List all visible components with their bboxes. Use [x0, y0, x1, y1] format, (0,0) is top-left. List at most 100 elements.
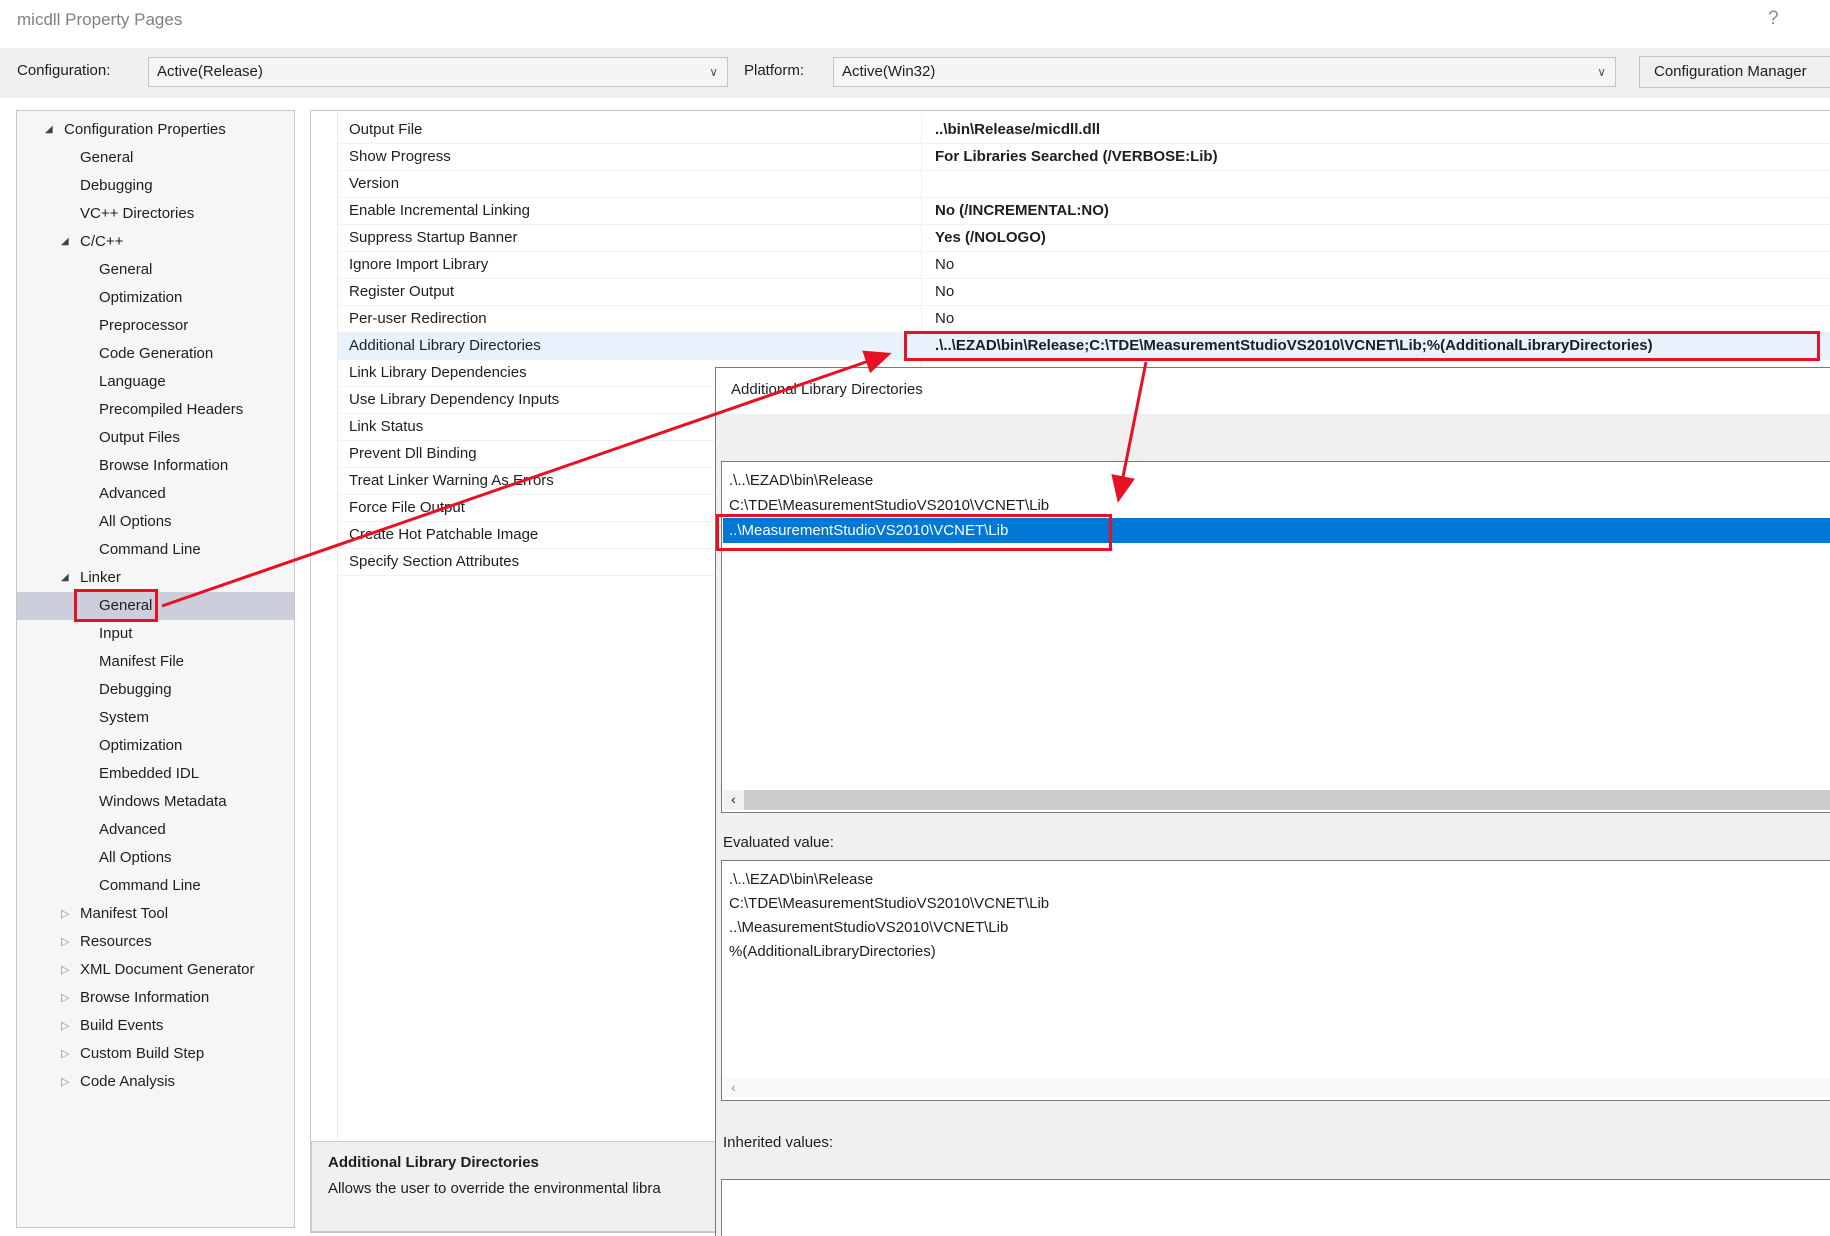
tree-item-general[interactable]: General [17, 592, 294, 620]
property-label: Register Output [349, 279, 454, 305]
property-value[interactable]: .\..\EZAD\bin\Release;C:\TDE\Measurement… [928, 333, 1653, 359]
tree-item-code-generation[interactable]: Code Generation [17, 340, 294, 368]
tree-item-language[interactable]: Language [17, 368, 294, 396]
property-pages-window: micdll Property Pages ? Configuration: A… [0, 0, 1830, 1236]
property-row-version[interactable]: Version [338, 171, 1830, 198]
tree-item-code-analysis[interactable]: ▷Code Analysis [17, 1068, 294, 1096]
tree-item-output-files[interactable]: Output Files [17, 424, 294, 452]
tree-item-label: C/C++ [80, 228, 123, 256]
property-row-additional-library-directories[interactable]: Additional Library Directories.\..\EZAD\… [338, 333, 1830, 360]
tree-expanded-icon[interactable]: ◢ [61, 564, 69, 592]
tree-collapsed-icon[interactable]: ▷ [61, 984, 69, 1012]
horizontal-scrollbar[interactable]: ‹ [723, 1078, 1830, 1098]
property-label: Use Library Dependency Inputs [349, 387, 559, 413]
configuration-toolbar: Configuration: Active(Release) ∨ Platfor… [0, 48, 1830, 98]
tree-collapsed-icon[interactable]: ▷ [61, 928, 69, 956]
tree-item-command-line[interactable]: Command Line [17, 872, 294, 900]
property-value[interactable]: Yes (/NOLOGO) [928, 225, 1046, 251]
tree-item-c-c-[interactable]: ◢ C/C++ [17, 228, 294, 256]
tree-item-build-events[interactable]: ▷Build Events [17, 1012, 294, 1040]
property-value[interactable]: ..\bin\Release/micdll.dll [928, 117, 1100, 143]
tree-item-linker[interactable]: ◢ Linker [17, 564, 294, 592]
property-row-output-file[interactable]: Output File ..\bin\Release/micdll.dll [338, 117, 1830, 144]
tree-item-label: Linker [80, 564, 121, 592]
tree-collapsed-icon[interactable]: ▷ [61, 1068, 69, 1096]
tree-item-advanced[interactable]: Advanced [17, 816, 294, 844]
tree-item-general[interactable]: General [17, 144, 294, 172]
tree-item-all-options[interactable]: All Options [17, 508, 294, 536]
tree-item-browse-information[interactable]: ▷Browse Information [17, 984, 294, 1012]
property-value[interactable]: For Libraries Searched (/VERBOSE:Lib) [928, 144, 1218, 170]
tree-item-system[interactable]: System [17, 704, 294, 732]
help-icon[interactable]: ? [1768, 8, 1779, 30]
platform-combo-value: Active(Win32) [842, 63, 935, 80]
tree-item-advanced[interactable]: Advanced [17, 480, 294, 508]
directory-item[interactable]: .\..\EZAD\bin\Release [723, 468, 1830, 493]
tree-item-custom-build-step[interactable]: ▷Custom Build Step [17, 1040, 294, 1068]
tree-collapsed-icon[interactable]: ▷ [61, 900, 69, 928]
tree-item-label: Output Files [99, 424, 180, 452]
configuration-combo-value: Active(Release) [157, 63, 263, 80]
property-row-ignore-import-library[interactable]: Ignore Import LibraryNo [338, 252, 1830, 279]
tree-item-manifest-tool[interactable]: ▷ Manifest Tool [17, 900, 294, 928]
dialog-titlebar[interactable]: Additional Library Directories [716, 368, 1830, 414]
tree-item-optimization[interactable]: Optimization [17, 732, 294, 760]
tree-collapsed-icon[interactable]: ▷ [61, 1012, 69, 1040]
additional-library-directories-dialog: Additional Library Directories ‹ .\..\EZ… [715, 367, 1830, 1236]
tree-collapsed-icon[interactable]: ▷ [61, 1040, 69, 1068]
tree-item-embedded-idl[interactable]: Embedded IDL [17, 760, 294, 788]
property-row-enable-incremental-linking[interactable]: Enable Incremental LinkingNo (/INCREMENT… [338, 198, 1830, 225]
tree-item-configuration-properties[interactable]: ◢Configuration Properties [17, 116, 294, 144]
property-label: Prevent Dll Binding [349, 441, 477, 467]
tree-item-xml-document-generator[interactable]: ▷XML Document Generator [17, 956, 294, 984]
evaluated-value-label: Evaluated value: [723, 834, 834, 851]
tree-item-vc-directories[interactable]: VC++ Directories [17, 200, 294, 228]
tree-item-debugging[interactable]: Debugging [17, 172, 294, 200]
property-row-register-output[interactable]: Register Output No [338, 279, 1830, 306]
tree-item-browse-information[interactable]: Browse Information [17, 452, 294, 480]
tree-item-input[interactable]: Input [17, 620, 294, 648]
tree-item-windows-metadata[interactable]: Windows Metadata [17, 788, 294, 816]
tree-expanded-icon[interactable]: ◢ [45, 116, 53, 144]
tree-item-resources[interactable]: ▷Resources [17, 928, 294, 956]
property-row-show-progress[interactable]: Show ProgressFor Libraries Searched (/VE… [338, 144, 1830, 171]
property-value[interactable]: No (/INCREMENTAL:NO) [928, 198, 1109, 224]
platform-combo[interactable]: Active(Win32) ∨ [833, 57, 1616, 87]
platform-label: Platform: [744, 62, 804, 79]
configuration-manager-button[interactable]: Configuration Manager [1639, 56, 1830, 88]
property-value[interactable]: No [928, 306, 954, 332]
evaluated-value-line: C:\TDE\MeasurementStudioVS2010\VCNET\Lib [729, 892, 1830, 916]
window-title: micdll Property Pages [17, 10, 182, 30]
tree-item-precompiled-headers[interactable]: Precompiled Headers [17, 396, 294, 424]
configuration-combo[interactable]: Active(Release) ∨ [148, 57, 728, 87]
property-label: Output File [349, 117, 422, 143]
tree-collapsed-icon[interactable]: ▷ [61, 956, 69, 984]
tree-item-optimization[interactable]: Optimization [17, 284, 294, 312]
tree-item-manifest-file[interactable]: Manifest File [17, 648, 294, 676]
property-value[interactable]: No [928, 252, 954, 278]
tree-item-label: Debugging [99, 676, 172, 704]
property-row-suppress-startup-banner[interactable]: Suppress Startup BannerYes (/NOLOGO) [338, 225, 1830, 252]
tree-item-label: Manifest Tool [80, 900, 168, 928]
property-value[interactable]: No [928, 279, 954, 305]
evaluated-value-box[interactable]: ‹ .\..\EZAD\bin\ReleaseC:\TDE\Measuremen… [721, 860, 1830, 1101]
tree-item-all-options[interactable]: All Options [17, 844, 294, 872]
property-row-per-user-redirection[interactable]: Per-user RedirectionNo [338, 306, 1830, 333]
scroll-left-icon[interactable]: ‹ [723, 790, 744, 810]
horizontal-scrollbar[interactable]: ‹ [723, 790, 1830, 810]
tree-item-debugging[interactable]: Debugging [17, 676, 294, 704]
tree-item-preprocessor[interactable]: Preprocessor [17, 312, 294, 340]
dialog-title: Additional Library Directories [731, 381, 923, 398]
inherited-values-box[interactable] [721, 1179, 1830, 1236]
directory-item-selected[interactable]: ..\MeasurementStudioVS2010\VCNET\Lib [723, 518, 1830, 543]
directory-list[interactable]: ‹ .\..\EZAD\bin\ReleaseC:\TDE\Measuremen… [721, 461, 1830, 813]
scroll-left-icon[interactable]: ‹ [723, 1078, 744, 1098]
tree-item-general[interactable]: General [17, 256, 294, 284]
help-panel-title: Additional Library Directories [328, 1154, 539, 1171]
directory-item[interactable]: C:\TDE\MeasurementStudioVS2010\VCNET\Lib [723, 493, 1830, 518]
tree-item-command-line[interactable]: Command Line [17, 536, 294, 564]
tree-item-label: General [99, 256, 152, 284]
tree-expanded-icon[interactable]: ◢ [61, 228, 69, 256]
grid-margin-column [311, 111, 338, 1139]
property-label: Treat Linker Warning As Errors [349, 468, 554, 494]
